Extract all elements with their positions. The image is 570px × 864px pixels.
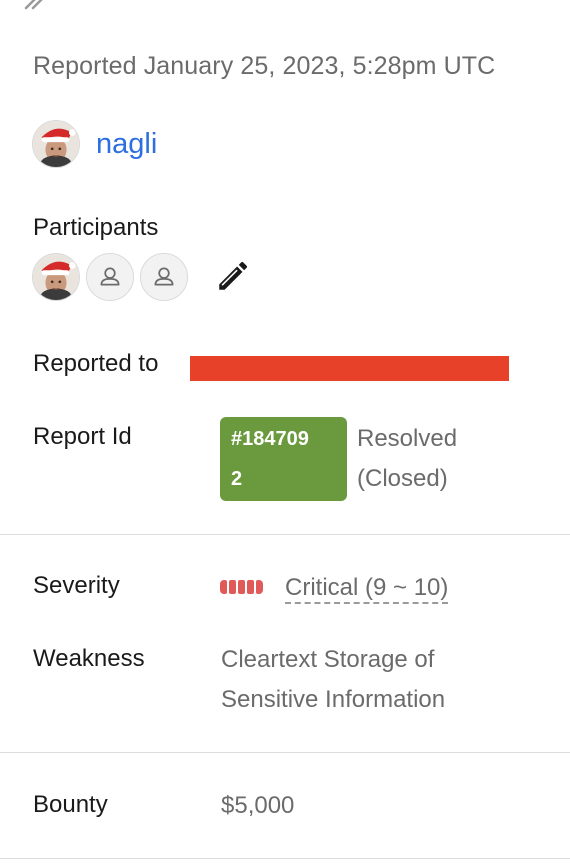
- severity-label: Severity: [33, 572, 120, 599]
- reported-to-label: Reported to: [33, 350, 159, 377]
- redacted-program-name: [190, 356, 509, 381]
- bounty-label: Bounty: [33, 791, 108, 818]
- status-line: (Closed): [357, 465, 448, 492]
- report-id-text: #184709: [231, 428, 309, 450]
- weakness-value[interactable]: Cleartext Storage of Sensitive Informati…: [221, 640, 445, 720]
- reporter-username-link[interactable]: nagli: [96, 128, 157, 161]
- user-outline-icon: [87, 254, 133, 300]
- severity-segment: [238, 580, 245, 594]
- status-line: Resolved: [357, 425, 458, 452]
- weakness-label: Weakness: [33, 645, 145, 672]
- severity-segment: [247, 580, 254, 594]
- double-slash-icon: [24, 0, 43, 10]
- pencil-icon: [219, 261, 248, 290]
- participant-avatar[interactable]: [140, 253, 188, 301]
- report-id-label: Report Id: [33, 423, 132, 450]
- user-outline-icon: [141, 254, 187, 300]
- severity-segment: [220, 580, 227, 594]
- participant-avatar[interactable]: [32, 253, 80, 301]
- severity-segment: [256, 580, 263, 594]
- participants-label: Participants: [33, 214, 159, 241]
- participant-avatar[interactable]: [86, 253, 134, 301]
- reporter-avatar[interactable]: [32, 120, 80, 168]
- weakness-line: Cleartext Storage of: [221, 646, 435, 673]
- reported-date: Reported January 25, 2023, 5:28pm UTC: [33, 52, 496, 80]
- divider: [0, 858, 570, 859]
- report-id-badge[interactable]: #184709 2: [220, 417, 347, 501]
- divider: [0, 534, 570, 535]
- edit-participants-button[interactable]: [212, 257, 252, 297]
- severity-meter: [220, 580, 263, 594]
- weakness-line: Sensitive Information: [221, 686, 446, 713]
- report-status: Resolved (Closed): [357, 419, 457, 499]
- severity-segment: [229, 580, 236, 594]
- participants-list: [32, 253, 252, 301]
- bounty-value: $5,000: [221, 792, 295, 819]
- severity-value[interactable]: Critical (9 ~ 10): [285, 568, 449, 604]
- reporter: nagli: [32, 120, 157, 168]
- divider: [0, 752, 570, 753]
- report-id-text-continued: 2: [231, 468, 243, 490]
